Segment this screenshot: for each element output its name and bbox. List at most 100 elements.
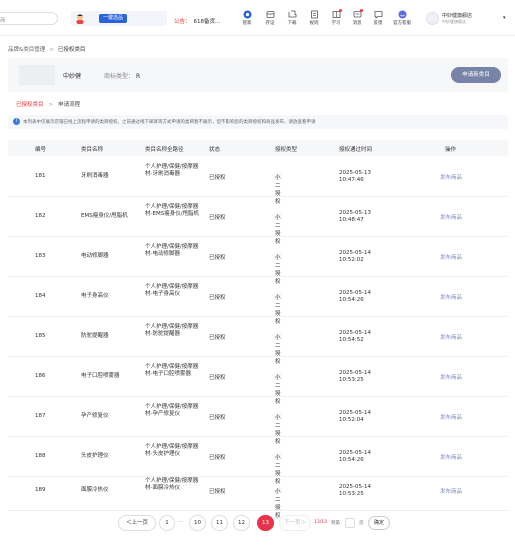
publish-product-link[interactable]: 发布商品 [440,487,462,495]
cell-path: 个人护理/保健/按摩器材-电子身高仪 [145,284,199,297]
breadcrumb-separator: > [49,47,54,53]
notice-label: 公告： [174,19,191,25]
cell-name: 电子身高仪 [81,293,109,299]
search-input[interactable]: 商 [0,12,58,25]
header-type: 授权类型 [275,147,298,153]
cell-id: 189 [35,487,46,493]
service-icon [398,10,407,19]
page-11-button[interactable]: 11 [211,515,228,531]
cell-status: 已授权 [209,295,226,301]
nav-service[interactable]: 官方客服 [391,10,413,26]
cell-path: 个人护理/保健/按摩器材-牙刷消毒器 [145,164,199,177]
cell-path: 个人护理/保健/按摩器材-孕产修复仪 [145,404,199,417]
publish-product-link[interactable]: 发布商品 [440,373,462,381]
shop-subname: 中妙健旗舰店 [442,19,466,24]
cell-type: 小二授权 ⓘ [275,375,282,405]
header-time: 授权通过时间 [339,147,373,153]
publish-product-link[interactable]: 发布商品 [440,173,462,181]
tabs: 已授权类目 > 申请流程 [16,100,80,108]
cell-id: 183 [35,253,46,259]
cell-status: 已授权 [209,489,226,495]
cell-type: 小二授权 ⓘ [275,489,282,519]
nav-evidence[interactable]: 存证 [259,10,281,26]
tab-apply-process[interactable]: 申请流程 [58,102,80,108]
table-header: 编号 类目名称 类目名称全路径 状态 授权类型 授权通过时间 操作 [8,140,508,156]
cell-type: 小二授权 ⓘ [275,415,282,445]
breadcrumb-parent[interactable]: 品牌&类目管理 [8,47,45,53]
page-unit: 页 [359,521,364,526]
header-path: 类目名称全路径 [145,147,184,153]
table-row: 187 孕产修复仪 个人护理/保健/按摩器材-孕产修复仪 已授权 小二授权 ⓘ 2… [8,397,508,445]
cell-name: 防驼提醒器 [81,333,109,339]
cell-id: 188 [35,453,46,459]
info-text: 本列表中仅展示店铺已线上流程申请的类目授权，之前通过线下邮寄等方式申请的类目暂不… [23,120,316,125]
info-icon: i [13,118,20,125]
cell-type: 小二授权 ⓘ [275,215,282,245]
prev-page-button[interactable]: ＜上一页 [118,515,156,531]
learn-badge [338,9,342,12]
table-row: 183 电动修脚器 个人护理/保健/按摩器材-电动修脚器 已授权 小二授权 ⓘ 2… [8,237,508,285]
publish-product-link[interactable]: 发布商品 [440,413,462,421]
publish-product-link[interactable]: 发布商品 [440,293,462,301]
cell-id: 185 [35,333,46,339]
table-row: 189 面膜冷热仪 个人护理/保健/按摩器材-面膜冷热仪 已授权 小二授权 ⓘ 2… [8,471,508,519]
brand-name: 中妙健 [63,73,82,80]
cell-status: 已授权 [209,255,226,261]
tab-authorized-categories[interactable]: 已授权类目 [16,102,44,108]
confirm-button[interactable]: 确定 [368,516,390,530]
cell-path: 个人护理/保健/按摩器材-电子口腔喷雾器 [145,364,199,377]
search-text: 商 [0,18,6,24]
nav-download[interactable]: 下载 [281,10,303,26]
header-status: 状态 [209,147,221,153]
table-row: 181 牙刷消毒器 个人护理/保健/按摩器材-牙刷消毒器 已授权 小二授权 ⓘ 2… [8,157,508,205]
breadcrumb-current: 已授权类目 [57,47,86,53]
cell-path: 个人护理/保健/按摩器材-面膜冷热仪 [145,478,199,491]
cell-time: 2025-05-13 10:47:46 [339,170,371,183]
nav-message[interactable]: 消息 [346,9,368,26]
one-click-select-button[interactable]: 一键选品 [99,14,128,23]
table-row: 185 防驼提醒器 个人护理/保健/按摩器材-防驼提醒器 已授权 小二授权 ⓘ 2… [8,317,508,365]
promo-banner[interactable]: 一键选品 [71,11,167,26]
message-icon [353,9,363,19]
cell-name: 电动修脚器 [81,253,109,259]
nav-rules[interactable]: 规则 [303,10,325,26]
page-info: 13/13 [314,520,327,525]
header-name: 类目名称 [81,147,104,153]
rules-icon [310,10,319,19]
cell-time: 2025-05-14 10:52:02 [339,250,371,263]
publish-product-link[interactable]: 发布商品 [440,453,462,461]
brand-type: 商标类型： R [104,73,141,80]
download-icon [288,10,297,19]
cell-name: 电子口腔喷雾器 [81,373,120,379]
learn-icon [332,9,342,19]
page-jump-input[interactable] [345,518,355,528]
next-page-button[interactable]: 下一页＞ [279,515,311,531]
nav-butler[interactable]: 管家 [236,10,258,26]
nav-learn[interactable]: 学习 [325,9,347,26]
shop-switcher[interactable]: 中妙健旗舰店 中妙健旗舰店 ▾ [426,11,515,27]
cell-status: 已授权 [209,215,226,221]
cell-path: 个人护理/保健/按摩器材-防驼提醒器 [145,324,199,337]
publish-product-link[interactable]: 发布商品 [440,253,462,261]
notice[interactable]: 公告： 618备货... [174,17,220,25]
evidence-icon [266,10,275,19]
publish-product-link[interactable]: 发布商品 [440,333,462,341]
cell-path: 个人护理/保健/按摩器材-电动修脚器 [145,244,199,257]
cell-time: 2025-05-14 10:52:04 [339,410,371,423]
cell-path: 个人护理/保健/按摩器材-头皮护理仪 [145,444,199,457]
page-13-button[interactable]: 13 [257,515,274,531]
page-10-button[interactable]: 10 [189,515,206,531]
table-row: 186 电子口腔喷雾器 个人护理/保健/按摩器材-电子口腔喷雾器 已授权 小二授… [8,357,508,405]
nav-feedback[interactable]: 反馈 [367,10,389,26]
cell-name: EMS瘦身仪/甩脂机 [81,213,128,219]
cell-id: 182 [35,213,46,219]
table-row: 184 电子身高仪 个人护理/保健/按摩器材-电子身高仪 已授权 小二授权 ⓘ 2… [8,277,508,325]
publish-product-link[interactable]: 发布商品 [440,213,462,221]
page-1-button[interactable]: 1 [159,515,175,531]
cell-status: 已授权 [209,175,226,181]
apply-new-category-button[interactable]: 申请新类目 [451,67,501,83]
cell-name: 牙刷消毒器 [81,173,109,179]
shop-name: 中妙健旗舰店 [442,13,473,19]
pagination-ellipsis[interactable]: ··· [178,519,183,525]
page-12-button[interactable]: 12 [233,515,250,531]
